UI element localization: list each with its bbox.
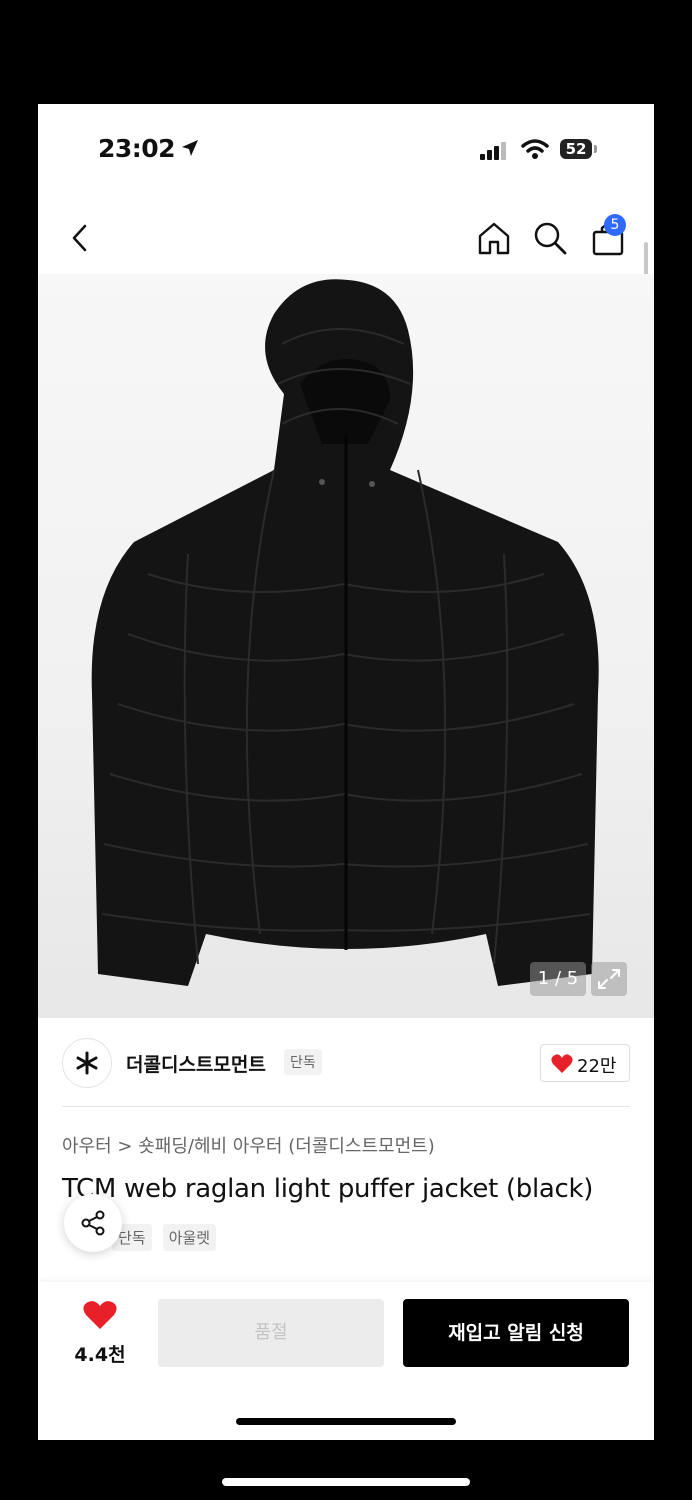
brand-like-count: 22만 <box>577 1056 617 1077</box>
home-icon[interactable] <box>476 220 512 256</box>
product-title: TCM web raglan light puffer jacket (blac… <box>62 1174 594 1204</box>
brand-name[interactable]: 더콜디스트모먼트 <box>126 1050 266 1077</box>
brand-logo[interactable] <box>62 1038 112 1088</box>
top-nav-bar: 5 <box>38 204 654 274</box>
wishlist-button[interactable]: 4.4천 <box>68 1300 132 1367</box>
home-indicator <box>236 1418 456 1425</box>
product-tags: 단독 아울렛 <box>112 1224 222 1251</box>
status-bar: 23:02 52 <box>38 104 654 194</box>
expand-icon <box>598 969 620 989</box>
battery-tip <box>594 145 597 153</box>
star-logo-icon <box>76 1051 98 1075</box>
wishlist-count: 4.4천 <box>74 1344 126 1366</box>
brand-row: 더콜디스트모먼트 단독 22만 <box>62 1036 630 1092</box>
brand-like-button[interactable]: 22만 <box>540 1044 630 1082</box>
status-time: 23:02 <box>98 134 176 163</box>
search-icon[interactable] <box>532 220 568 256</box>
heart-icon <box>551 1054 573 1073</box>
share-button[interactable] <box>64 1194 122 1252</box>
tag-outlet: 아울렛 <box>162 1224 217 1251</box>
section-divider <box>62 1106 630 1107</box>
battery-indicator: 52 <box>560 139 592 159</box>
exclusive-badge: 단독 <box>284 1049 322 1075</box>
wifi-icon <box>521 139 549 159</box>
cellular-signal-icon <box>480 142 506 160</box>
location-arrow-icon <box>182 140 198 156</box>
restock-alert-button[interactable]: 재입고 알림 신청 <box>403 1299 629 1367</box>
outer-home-indicator <box>222 1478 470 1486</box>
back-arrow-icon[interactable] <box>68 222 92 254</box>
product-photo <box>91 279 599 986</box>
image-counter: 1 / 5 <box>530 962 586 996</box>
category-breadcrumb[interactable]: 아우터 > 숏패딩/헤비 아우터 (더콜디스트모먼트) <box>62 1132 435 1158</box>
share-icon <box>81 1210 105 1236</box>
app-screen: 23:02 52 5 1 / 5 더콜디스트모먼트 단독 22만 아우터 > 숏… <box>38 104 654 1440</box>
cart-count-badge: 5 <box>604 214 626 236</box>
bottom-action-bar: 4.4천 품절 재입고 알림 신청 <box>38 1282 654 1440</box>
soldout-button[interactable]: 품절 <box>158 1299 384 1367</box>
product-image-gallery[interactable]: 1 / 5 <box>38 274 654 1018</box>
expand-image-button[interactable] <box>591 962 627 996</box>
heart-icon <box>83 1301 117 1329</box>
